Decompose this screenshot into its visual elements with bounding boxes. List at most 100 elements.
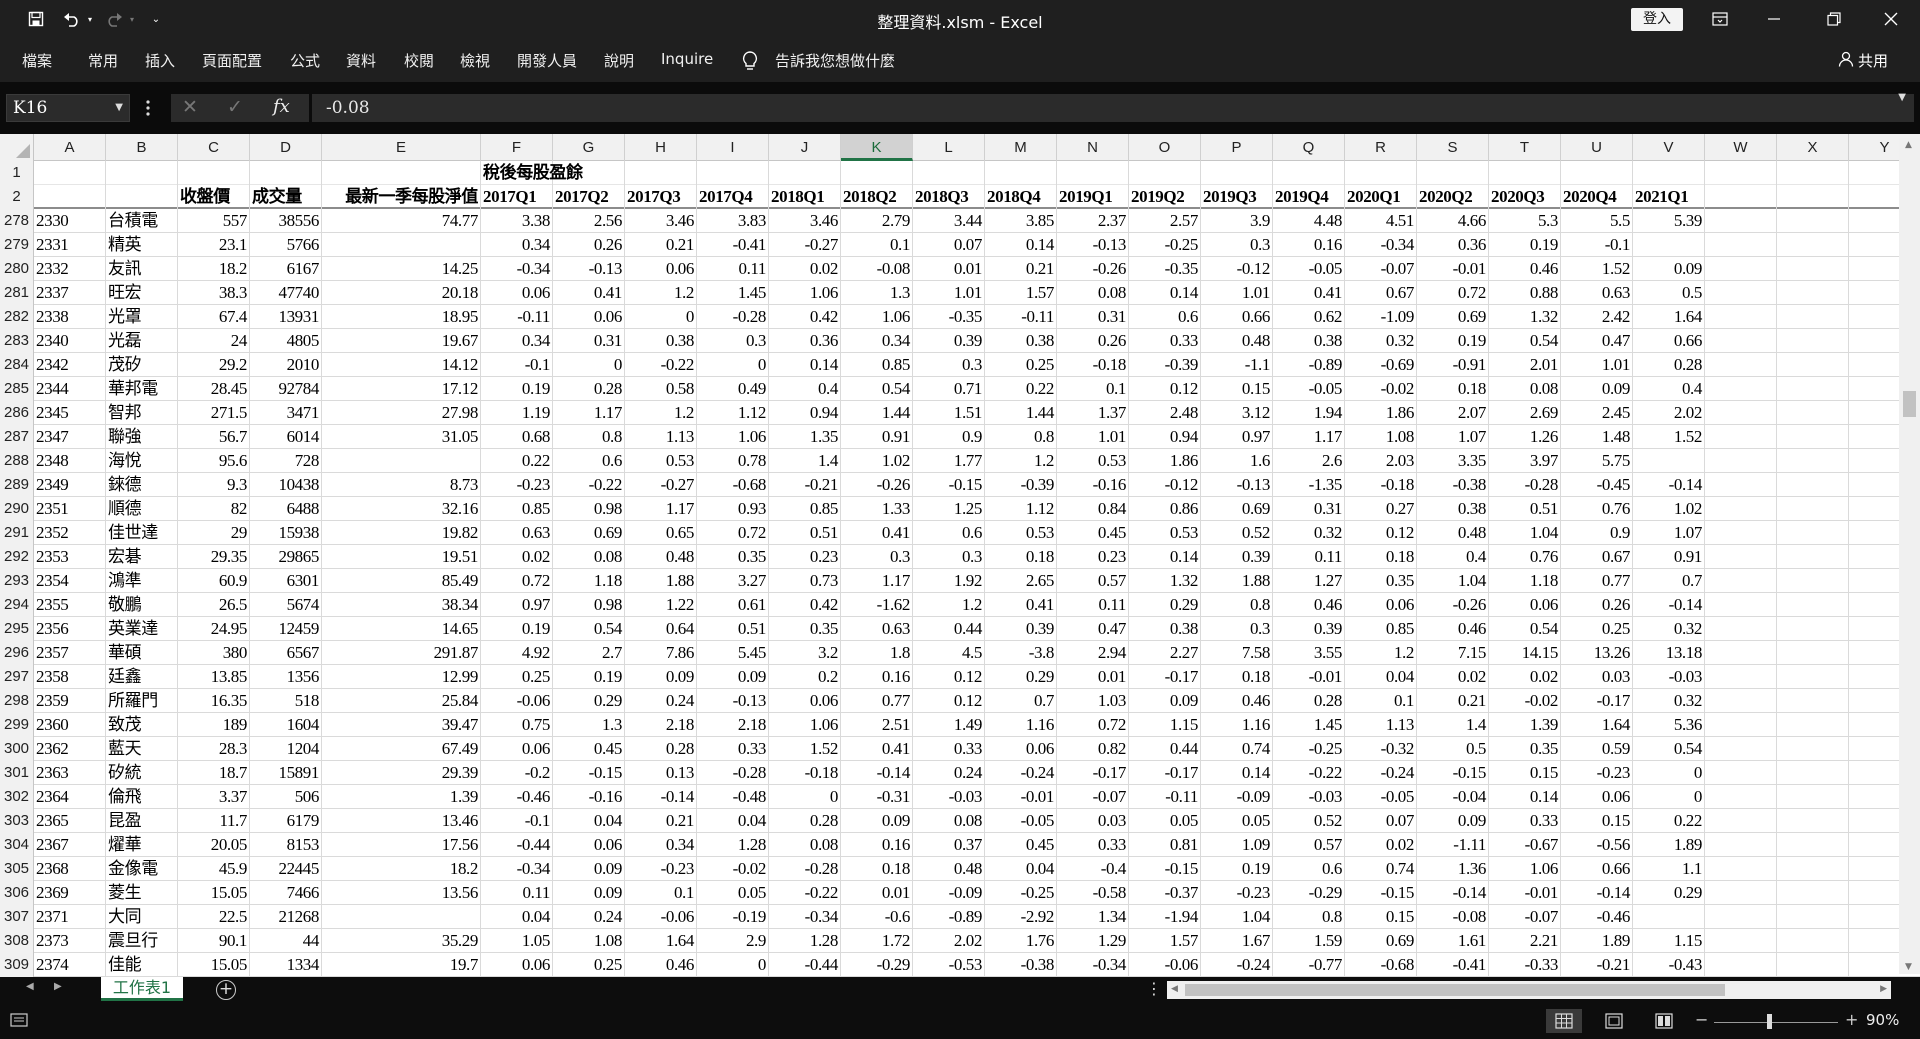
column-header-o[interactable]: O xyxy=(1129,134,1201,161)
cell-p[interactable]: 0.69 xyxy=(1201,497,1273,521)
cell-f[interactable]: 0.11 xyxy=(481,881,553,905)
cell-h[interactable]: 0.13 xyxy=(625,761,697,785)
cell-l[interactable]: 2018Q3 xyxy=(913,185,985,209)
cell-q[interactable]: 1.17 xyxy=(1273,425,1345,449)
cell-v[interactable]: 5.39 xyxy=(1633,209,1705,233)
cell-n[interactable] xyxy=(1057,161,1129,185)
row-header[interactable]: 2 xyxy=(0,185,34,209)
cell-u[interactable]: 0.76 xyxy=(1561,497,1633,521)
cell-g[interactable]: 2.7 xyxy=(553,641,625,665)
cell-q[interactable]: 3.55 xyxy=(1273,641,1345,665)
cell-q[interactable]: -0.05 xyxy=(1273,257,1345,281)
cell-p[interactable]: 2019Q3 xyxy=(1201,185,1273,209)
cell-g[interactable]: -0.22 xyxy=(553,473,625,497)
cell-t[interactable]: 0.14 xyxy=(1489,785,1561,809)
cell-c[interactable]: 15.05 xyxy=(178,881,250,905)
cell-m[interactable]: 0.45 xyxy=(985,833,1057,857)
cell-d[interactable]: 6301 xyxy=(250,569,322,593)
cell-r[interactable]: 0.18 xyxy=(1345,545,1417,569)
cell-q[interactable]: -0.29 xyxy=(1273,881,1345,905)
cell-i[interactable]: -0.28 xyxy=(697,305,769,329)
cell-f[interactable]: 稅後每股盈餘 xyxy=(481,161,583,185)
cell-u[interactable]: -0.17 xyxy=(1561,689,1633,713)
tab-formulas[interactable]: 公式 xyxy=(290,50,320,71)
column-header-t[interactable]: T xyxy=(1489,134,1561,161)
cell-i[interactable]: 2.18 xyxy=(697,713,769,737)
cell-n[interactable]: 2019Q1 xyxy=(1057,185,1129,209)
undo-icon[interactable] xyxy=(60,6,84,32)
redo-icon[interactable] xyxy=(102,6,126,32)
cell-i[interactable]: 0.11 xyxy=(697,257,769,281)
cell-o[interactable]: 1.32 xyxy=(1129,569,1201,593)
cell-n[interactable]: -0.17 xyxy=(1057,761,1129,785)
cell-k[interactable]: 0.01 xyxy=(841,881,913,905)
sheet-tab-active[interactable]: 工作表1 xyxy=(101,977,183,1001)
cell-w[interactable] xyxy=(1705,161,1777,185)
cell-n[interactable]: -0.16 xyxy=(1057,473,1129,497)
cell-o[interactable]: -0.25 xyxy=(1129,233,1201,257)
column-header-e[interactable]: E xyxy=(322,134,481,161)
column-header-i[interactable]: I xyxy=(697,134,769,161)
cell-u[interactable]: 0.59 xyxy=(1561,737,1633,761)
cell-o[interactable]: -1.94 xyxy=(1129,905,1201,929)
cell-g[interactable]: 0.29 xyxy=(553,689,625,713)
cell-n[interactable]: 0.84 xyxy=(1057,497,1129,521)
cell-p[interactable]: 0.19 xyxy=(1201,857,1273,881)
cell-q[interactable]: 0.39 xyxy=(1273,617,1345,641)
cell-p[interactable]: 0.3 xyxy=(1201,233,1273,257)
cell-q[interactable]: 0.57 xyxy=(1273,833,1345,857)
scroll-down-icon[interactable]: ▼ xyxy=(1905,962,1912,972)
cell-o[interactable]: -0.11 xyxy=(1129,785,1201,809)
cell-c[interactable]: 收盤價 xyxy=(178,185,250,209)
cell-w[interactable] xyxy=(1705,785,1777,809)
cell-i[interactable]: -0.02 xyxy=(697,857,769,881)
cell-l[interactable]: -0.15 xyxy=(913,473,985,497)
cell-d[interactable]: 47740 xyxy=(250,281,322,305)
cell-c[interactable]: 16.35 xyxy=(178,689,250,713)
cell-f[interactable]: 0.85 xyxy=(481,497,553,521)
cell-a[interactable]: 2373 xyxy=(34,929,106,953)
cell-h[interactable]: 0.46 xyxy=(625,953,697,977)
cell-v[interactable]: 0.7 xyxy=(1633,569,1705,593)
cell-l[interactable]: 0.39 xyxy=(913,329,985,353)
cell-j[interactable]: 0.51 xyxy=(769,521,841,545)
cell-e[interactable]: 31.05 xyxy=(322,425,481,449)
cell-q[interactable]: 0.11 xyxy=(1273,545,1345,569)
cell-x[interactable] xyxy=(1777,257,1849,281)
cell-b[interactable]: 精英 xyxy=(106,233,178,257)
cell-x[interactable] xyxy=(1777,305,1849,329)
cell-a[interactable]: 2371 xyxy=(34,905,106,929)
cell-g[interactable]: 1.18 xyxy=(553,569,625,593)
cell-j[interactable] xyxy=(769,161,841,185)
cell-p[interactable]: 0.48 xyxy=(1201,329,1273,353)
cell-p[interactable]: 0.39 xyxy=(1201,545,1273,569)
cell-h[interactable]: -0.06 xyxy=(625,905,697,929)
cell-e[interactable]: 17.12 xyxy=(322,377,481,401)
cell-d[interactable]: 92784 xyxy=(250,377,322,401)
cell-g[interactable]: 0.04 xyxy=(553,809,625,833)
cell-h[interactable]: 7.86 xyxy=(625,641,697,665)
cell-t[interactable]: 0.02 xyxy=(1489,665,1561,689)
cell-i[interactable]: 0.35 xyxy=(697,545,769,569)
cell-h[interactable]: -0.23 xyxy=(625,857,697,881)
cell-i[interactable]: 1.06 xyxy=(697,425,769,449)
page-break-preview-icon[interactable] xyxy=(1646,1009,1682,1033)
cell-k[interactable]: -0.6 xyxy=(841,905,913,929)
cell-w[interactable] xyxy=(1705,809,1777,833)
column-header-w[interactable]: W xyxy=(1705,134,1777,161)
cell-o[interactable]: 0.86 xyxy=(1129,497,1201,521)
cell-l[interactable]: 0.33 xyxy=(913,737,985,761)
cell-f[interactable]: -0.1 xyxy=(481,353,553,377)
cell-m[interactable]: 1.2 xyxy=(985,449,1057,473)
cell-a[interactable]: 2353 xyxy=(34,545,106,569)
cell-q[interactable]: 0.8 xyxy=(1273,905,1345,929)
cell-p[interactable]: 0.46 xyxy=(1201,689,1273,713)
cell-s[interactable]: -0.01 xyxy=(1417,257,1489,281)
row-header[interactable]: 282 xyxy=(0,305,34,329)
column-header-j[interactable]: J xyxy=(769,134,841,161)
cell-a[interactable]: 2345 xyxy=(34,401,106,425)
cell-h[interactable]: 2017Q3 xyxy=(625,185,697,209)
cell-q[interactable]: -0.05 xyxy=(1273,377,1345,401)
cell-e[interactable]: 291.87 xyxy=(322,641,481,665)
cell-k[interactable]: 1.72 xyxy=(841,929,913,953)
